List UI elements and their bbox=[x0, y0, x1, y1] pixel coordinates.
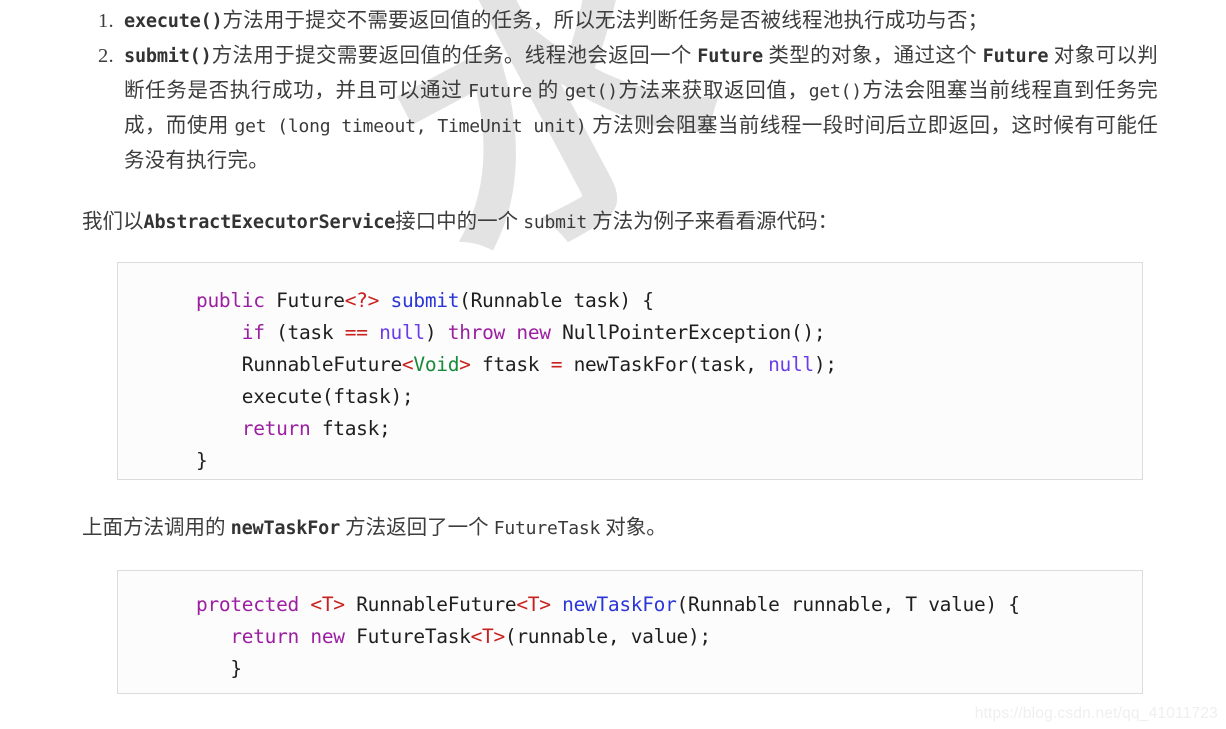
code-block-submit: public Future<?> submit(Runnable task) {… bbox=[117, 262, 1143, 480]
code-token-lit: null bbox=[379, 321, 425, 344]
code-token-plain: (Runnable task) { bbox=[459, 289, 654, 312]
list-item-text: 的 bbox=[532, 80, 565, 102]
paragraph-text: 方法返回了一个 bbox=[340, 517, 494, 539]
list-item-text: 类型的对象，通过这个 bbox=[762, 45, 983, 67]
code-token-kw: public bbox=[196, 289, 265, 312]
code-token-kw: return new bbox=[230, 625, 345, 648]
code-token-op: == bbox=[344, 321, 368, 344]
inline-code: submit bbox=[523, 212, 588, 233]
paragraph-text: 上面方法调用的 bbox=[82, 517, 231, 539]
code-token-op: < bbox=[401, 353, 414, 376]
code-token-plain: ) bbox=[424, 321, 448, 344]
code-token-plain: newTaskFor(task, bbox=[562, 353, 769, 376]
list-item-number: 1. bbox=[98, 10, 114, 32]
code-token-plain: ); bbox=[813, 353, 837, 376]
code-token-plain: } bbox=[196, 449, 208, 472]
code-token-plain: Future bbox=[264, 289, 345, 312]
inline-code: newTaskFor bbox=[230, 518, 341, 539]
code-block-submit-content: public Future<?> submit(Runnable task) {… bbox=[118, 263, 1142, 477]
inline-code: AbstractExecutorService bbox=[143, 212, 396, 233]
code-token-lit: null bbox=[768, 353, 814, 376]
list-item-text: 方法用于提交不需要返回值的任务，所以无法判断任务是否被线程池执行成功与否； bbox=[222, 10, 989, 32]
code-block-newtaskfor: protected <T> RunnableFuture<T> newTaskF… bbox=[117, 570, 1143, 694]
code-token-fn: submit bbox=[390, 289, 460, 312]
inline-code: FutureTask bbox=[493, 518, 601, 539]
code-token-op: <?> bbox=[344, 289, 380, 312]
paragraph-text: 对象。 bbox=[600, 517, 667, 539]
code-token-plain: ftask bbox=[470, 353, 551, 376]
inline-code: get (long timeout, TimeUnit unit) bbox=[234, 116, 587, 137]
code-token-op: > bbox=[459, 353, 471, 376]
code-token-plain: (Runnable runnable, T value) { bbox=[676, 593, 1021, 616]
code-token-plain: (task bbox=[264, 321, 345, 344]
code-token-op: <T> bbox=[516, 593, 551, 616]
code-token-plain: RunnableFuture bbox=[344, 593, 517, 616]
code-token-plain: FutureTask bbox=[344, 625, 471, 648]
code-token-type: Void bbox=[413, 353, 460, 376]
code-token-kw: protected bbox=[196, 593, 299, 616]
code-token-plain: ftask; bbox=[310, 417, 391, 440]
code-token-fn: newTaskFor bbox=[562, 593, 677, 616]
code-token-kw: throw new bbox=[447, 321, 551, 344]
code-token-plain: NullPointerException(); bbox=[550, 321, 826, 344]
code-token-plain: RunnableFuture bbox=[196, 353, 402, 376]
inline-code: submit() bbox=[124, 46, 212, 67]
inline-code: execute() bbox=[124, 11, 223, 32]
code-token-op: = bbox=[550, 353, 563, 376]
url-watermark: https://blog.csdn.net/qq_41011723 bbox=[974, 705, 1218, 722]
code-token-plain: (runnable, value); bbox=[504, 625, 711, 648]
paragraph-example-intro: 我们以AbstractExecutorService接口中的一个 submit … bbox=[82, 206, 838, 239]
code-token-op: <T> bbox=[310, 593, 345, 616]
list-item: 2. submit()方法用于提交需要返回值的任务。线程池会返回一个 Future… bbox=[98, 39, 1158, 179]
paragraph-newtaskfor-note: 上面方法调用的 newTaskFor 方法返回了一个 FutureTask 对象… bbox=[82, 512, 667, 545]
code-token-plain: } bbox=[196, 657, 242, 680]
inline-code: get() bbox=[564, 81, 618, 102]
list-item-text: 方法用于提交需要返回值的任务。线程池会返回一个 bbox=[211, 45, 698, 67]
code-token-kw: return bbox=[241, 417, 311, 440]
paragraph-text: 方法为例子来看看源代码： bbox=[587, 211, 839, 233]
inline-code: Future bbox=[982, 46, 1049, 67]
code-token-kw: if bbox=[241, 321, 265, 344]
numbered-note-list: 1. execute()方法用于提交不需要返回值的任务，所以无法判断任务是否被线程… bbox=[98, 4, 1158, 179]
paragraph-text: 接口中的一个 bbox=[395, 211, 524, 233]
inline-code: Future bbox=[468, 81, 532, 102]
list-item-text: 方法来获取返回值， bbox=[617, 80, 809, 102]
inline-code: get() bbox=[808, 81, 862, 102]
paragraph-text: 我们以 bbox=[82, 211, 144, 233]
code-token-plain: execute(ftask); bbox=[196, 385, 414, 408]
code-block-newtaskfor-content: protected <T> RunnableFuture<T> newTaskF… bbox=[118, 571, 1142, 685]
list-item: 1. execute()方法用于提交不需要返回值的任务，所以无法判断任务是否被线程… bbox=[98, 4, 1158, 39]
code-token-op: <T> bbox=[470, 625, 506, 648]
list-item-number: 2. bbox=[98, 45, 114, 67]
inline-code: Future bbox=[697, 46, 763, 67]
